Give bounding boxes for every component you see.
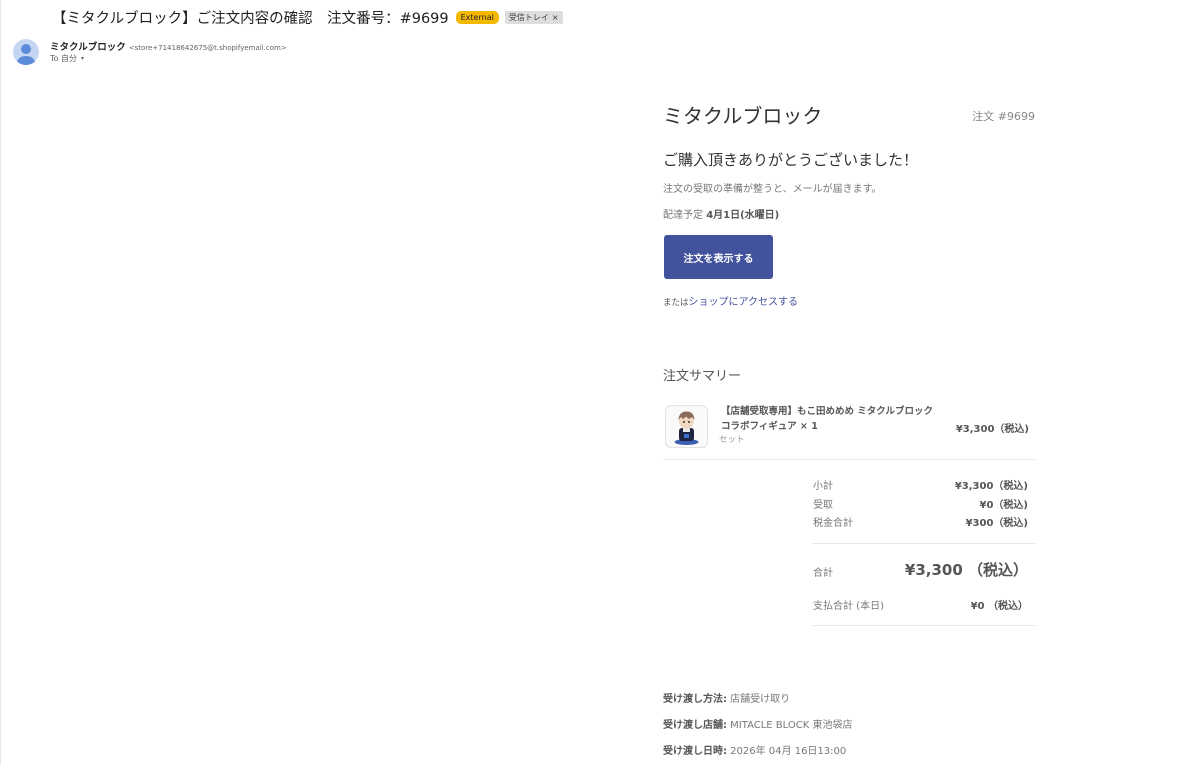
tax-label: 税金合計	[813, 518, 853, 529]
pickup-store-value: MITACLE BLOCK 東池袋店	[727, 720, 853, 731]
total-value: ¥3,300 （税込）	[904, 561, 1028, 579]
recipient-text: To 自分	[50, 54, 77, 63]
paid-today-label: 支払合計 (本日)	[813, 601, 884, 612]
pickup-fee-label: 受取	[813, 500, 833, 511]
order-summary-title: 注文サマリー	[663, 369, 742, 384]
pickup-datetime: 受け渡し日時: 2026年 04月 16日13:00	[663, 742, 846, 757]
shop-name: ミタクルブロック	[663, 104, 823, 128]
email-subject-row: 【ミタクルブロック】ご注文内容の確認 注文番号：#9699 External 受…	[52, 6, 563, 28]
paid-divider	[812, 625, 1035, 626]
pickup-method: 受け渡し方法: 店舗受け取り	[663, 690, 790, 705]
sender-avatar	[13, 39, 39, 65]
pickup-fee-value: ¥0（税込)	[979, 500, 1029, 511]
totals-divider	[812, 543, 1035, 544]
order-number: 注文 #9699	[972, 110, 1035, 123]
sender-line: ミタクルブロック <store+71418642675@t.shopifyema…	[50, 39, 287, 53]
avatar-body	[17, 56, 35, 65]
product-price: ¥3,300（税込)	[955, 424, 1029, 435]
avatar-head	[21, 44, 31, 54]
inbox-label-text: 受信トレイ	[508, 12, 549, 22]
viewer-left-border	[0, 0, 1, 765]
inbox-label-chip[interactable]: 受信トレイ ×	[504, 10, 563, 24]
email-subject: 【ミタクルブロック】ご注文内容の確認 注文番号：#9699	[52, 10, 449, 27]
visit-shop-link[interactable]: ショップにアクセスする	[689, 297, 799, 308]
total-label: 合計	[813, 568, 833, 579]
delivery-estimate-date: 4月1日(水曜日)	[706, 210, 780, 221]
product-variant: セット	[719, 435, 745, 445]
summary-divider	[663, 459, 1035, 460]
figure-image	[674, 411, 699, 445]
delivery-estimate: 配達予定 4月1日(水曜日)	[663, 206, 779, 221]
product-thumbnail	[665, 405, 708, 448]
pickup-method-label: 受け渡し方法:	[663, 694, 727, 705]
pickup-store-label: 受け渡し店舗:	[663, 720, 727, 731]
pickup-store: 受け渡し店舗: MITACLE BLOCK 東池袋店	[663, 716, 852, 731]
view-order-button[interactable]: 注文を表示する	[664, 235, 773, 279]
external-badge: External	[455, 10, 499, 24]
remove-label-icon[interactable]: ×	[552, 13, 559, 22]
visit-shop-line: またはショップにアクセスする	[663, 293, 798, 308]
or-text: または	[663, 298, 689, 308]
subtotal-label: 小計	[813, 481, 833, 492]
pickup-datetime-value: 2026年 04月 16日13:00	[727, 746, 847, 757]
thank-you-heading: ご購入頂きありがとうございました！	[663, 151, 919, 169]
recipient-details-toggle[interactable]: To 自分 ▾	[50, 53, 84, 64]
tax-value: ¥300（税込)	[965, 518, 1028, 529]
paid-today-value: ¥0 （税込）	[970, 601, 1028, 612]
product-title: 【店舗受取専用】もこ田めめめ ミタクルブロックコラボフィギュア × 1	[721, 406, 934, 432]
sender-email: <store+71418642675@t.shopifyemail.com>	[128, 44, 287, 52]
delivery-estimate-label: 配達予定	[663, 210, 707, 221]
pickup-method-value: 店舗受け取り	[727, 694, 791, 705]
pickup-datetime-label: 受け渡し日時:	[663, 746, 727, 757]
sender-name: ミタクルブロック	[50, 42, 126, 53]
pickup-notice: 注文の受取の準備が整うと、メールが届きます。	[663, 184, 882, 195]
subtotal-value: ¥3,300（税込)	[954, 481, 1028, 492]
chevron-down-icon[interactable]: ▾	[81, 55, 84, 62]
